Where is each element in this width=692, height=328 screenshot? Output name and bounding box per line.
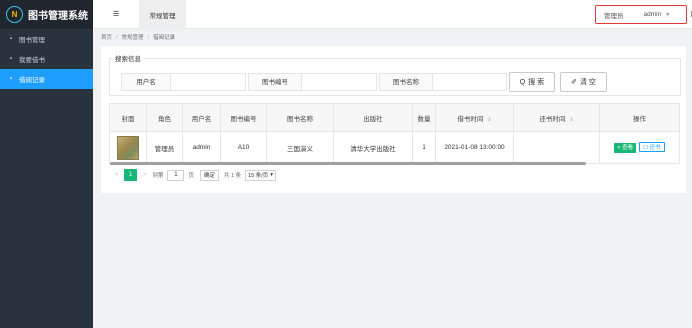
top-header: ☰ 常规管理 管理员 admin ▼ — [93, 0, 692, 29]
breadcrumb-separator: / — [116, 35, 118, 41]
book-cover-image — [117, 135, 139, 160]
pagination: < 1 > 到第 1 页 确定 共 1 条 15 条/页 ▾ — [109, 168, 277, 182]
book-icon: ▪ — [9, 36, 13, 42]
return-book-button[interactable]: ☐ 还书 — [639, 142, 665, 152]
next-page-icon[interactable]: > — [143, 172, 146, 178]
book-name-input[interactable] — [432, 73, 507, 91]
sidebar-item-borrow-book[interactable]: ▪ 我要借书 — [0, 49, 93, 69]
chevron-down-icon: ▾ — [270, 172, 274, 178]
menu-toggle-icon[interactable]: ☰ — [113, 10, 119, 18]
column-header: 用户名 — [182, 103, 221, 132]
clear-button-label: 清 空 — [579, 79, 596, 86]
brush-icon: ✐ — [571, 79, 577, 86]
user-menu[interactable]: 管理员 admin ▼ — [595, 5, 687, 24]
view-button[interactable]: < 查看 — [614, 143, 637, 153]
column-header-label: 借书时间 — [457, 115, 484, 123]
per-page-select[interactable]: 15 条/页 ▾ — [245, 169, 277, 181]
book-name-label: 图书名称 — [379, 73, 432, 91]
goto-page-input[interactable]: 1 — [167, 169, 185, 181]
username-input[interactable] — [170, 73, 246, 91]
app-logo[interactable]: N 图书管理系统 — [0, 0, 93, 29]
scrollbar-thumb[interactable] — [110, 162, 586, 165]
current-page[interactable]: 1 — [124, 169, 138, 181]
tab-general-management[interactable]: 常规管理 — [139, 0, 186, 29]
sidebar-item-book-management[interactable]: ▪ 图书管理 — [0, 29, 93, 49]
chevron-down-icon: ▼ — [665, 11, 671, 18]
goto-label: 到第 — [152, 173, 164, 179]
user-name: admin — [643, 11, 662, 18]
user-role: 管理员 — [604, 12, 624, 20]
logo-icon: N — [6, 6, 23, 23]
actions-cell: < 查看 ☐ 还书 — [599, 131, 680, 164]
clear-button[interactable]: ✐ 清 空 — [560, 72, 607, 92]
table-cell: 管理员 — [146, 131, 183, 164]
search-icon: Q — [519, 78, 526, 86]
sort-icon[interactable]: ⇕ — [569, 117, 573, 123]
search-button[interactable]: Q 搜 索 — [509, 72, 555, 92]
sidebar: N 图书管理系统 ▪ 图书管理 ▪ 我要借书 ▪ 借阅记录 — [0, 0, 93, 328]
book-icon: ▪ — [9, 76, 13, 82]
total-count: 共 1 条 — [223, 173, 242, 179]
breadcrumb-separator: / — [147, 35, 150, 41]
column-header: 角色 — [146, 103, 183, 132]
breadcrumb-home[interactable]: 首页 — [101, 35, 112, 41]
table-cell: 2021-01-08 13:00:00 — [435, 131, 514, 164]
borrow-records-table: 封面 角色 用户名 图书编号 图书名称 出版社 数量 借书时间 ⇕ 还书时间 ⇕ 操… — [109, 103, 680, 164]
prev-page-icon[interactable]: < — [115, 172, 118, 178]
breadcrumb-general[interactable]: 常规管理 — [122, 35, 144, 41]
column-header: 操作 — [599, 103, 680, 132]
column-header: 图书编号 — [220, 103, 267, 132]
column-header-label: 还书时间 — [539, 115, 566, 123]
column-header: 数量 — [412, 103, 436, 132]
table-cell: admin — [182, 131, 221, 164]
sidebar-item-label: 图书管理 — [19, 37, 45, 44]
per-page-value: 15 条/页 — [248, 173, 269, 179]
cover-cell — [109, 131, 147, 164]
sidebar-item-label: 借阅记录 — [19, 77, 45, 84]
sidebar-item-borrow-records[interactable]: ▪ 借阅记录 — [0, 69, 93, 89]
column-header: 出版社 — [333, 103, 413, 132]
username-label: 用户名 — [121, 73, 170, 91]
book-id-input[interactable] — [301, 73, 377, 91]
table-scrollbar[interactable] — [109, 162, 679, 166]
sidebar-item-label: 我要借书 — [19, 57, 45, 64]
page-unit-label: 页 — [188, 173, 194, 179]
breadcrumb: 首页 / 常规管理 / 借阅记录 — [101, 33, 175, 41]
column-header-borrow-time[interactable]: 借书时间 ⇕ — [435, 103, 514, 132]
table-cell: 1 — [412, 131, 436, 164]
table-cell: A10 — [220, 131, 267, 164]
breadcrumb-current: 借阅记录 — [153, 35, 176, 41]
main-panel: 搜索信息 用户名 图书编号 图书名称 Q 搜 索 ✐ 清 空 封面 角色 用户名… — [101, 46, 686, 193]
search-button-label: 搜 索 — [528, 79, 545, 86]
column-header: 图书名称 — [266, 103, 334, 132]
column-header: 封面 — [109, 103, 147, 132]
table-header-row: 封面 角色 用户名 图书编号 图书名称 出版社 数量 借书时间 ⇕ 还书时间 ⇕ 操… — [109, 103, 680, 132]
book-id-label: 图书编号 — [248, 73, 301, 91]
table-cell: 清华大学出版社 — [333, 131, 413, 164]
table-row: 管理员 admin A10 三国演义 清华大学出版社 1 2021-01-08 … — [109, 131, 680, 164]
app-title: 图书管理系统 — [28, 11, 88, 22]
table-cell: 三国演义 — [266, 131, 334, 164]
table-cell — [513, 131, 600, 164]
search-legend: 搜索信息 — [113, 53, 143, 63]
book-icon: ▪ — [9, 56, 13, 62]
goto-confirm-button[interactable]: 确定 — [199, 169, 219, 181]
column-header-return-time[interactable]: 还书时间 ⇕ — [513, 103, 600, 132]
sort-icon[interactable]: ⇕ — [487, 117, 491, 123]
